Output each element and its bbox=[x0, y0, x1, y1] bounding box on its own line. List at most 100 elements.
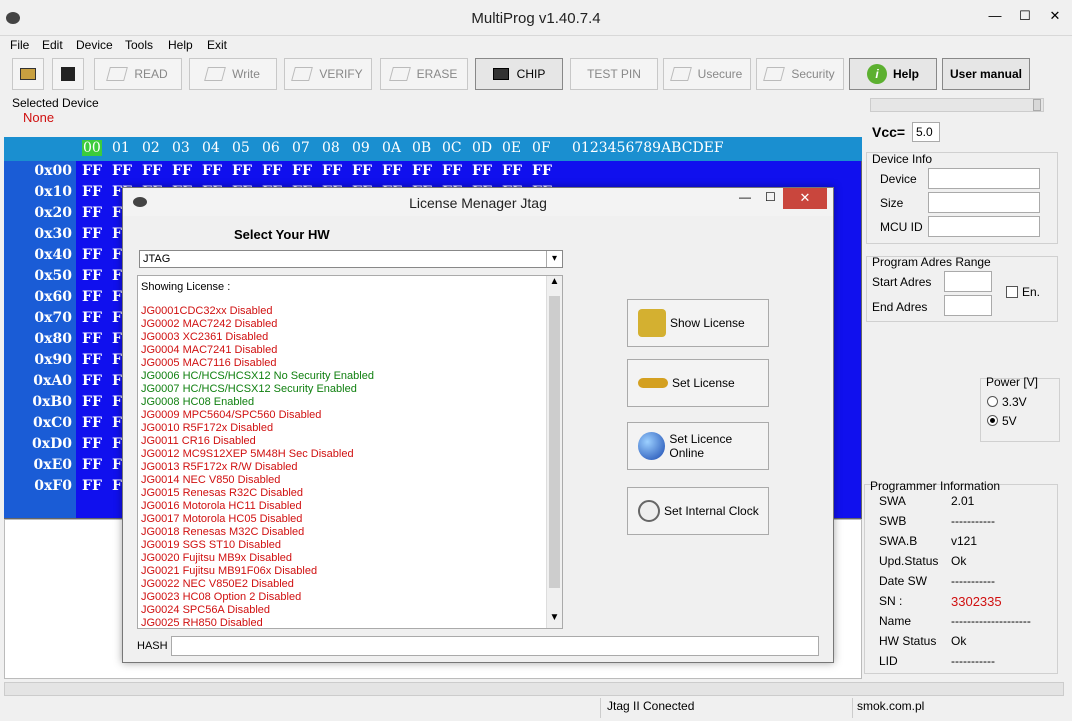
scroll-up-icon[interactable]: ▲ bbox=[547, 276, 562, 292]
hex-cell[interactable]: FF bbox=[112, 163, 132, 179]
hw-select[interactable]: JTAG ▾ bbox=[139, 250, 563, 268]
hex-cell[interactable]: FF bbox=[82, 310, 102, 326]
menu-file[interactable]: File bbox=[10, 38, 29, 52]
license-scrollbar[interactable]: ▲ ▼ bbox=[546, 276, 562, 628]
hex-cell[interactable]: FF bbox=[82, 226, 102, 242]
mcu-id-field[interactable] bbox=[928, 216, 1040, 237]
programmer-info-value: ----------- bbox=[951, 654, 995, 668]
chip-button[interactable]: CHIP bbox=[475, 58, 563, 90]
dialog-minimize-button[interactable]: — bbox=[739, 190, 751, 204]
hex-cell[interactable]: FF bbox=[82, 163, 102, 179]
hex-cell[interactable]: FF bbox=[82, 268, 102, 284]
hex-cell[interactable]: FF bbox=[442, 163, 462, 179]
hex-cell[interactable]: FF bbox=[532, 163, 552, 179]
power-5v-radio[interactable] bbox=[987, 415, 998, 426]
scroll-down-icon[interactable]: ▼ bbox=[547, 612, 562, 628]
selected-device-label: Selected Device bbox=[12, 96, 99, 110]
programmer-info-key: LID bbox=[879, 654, 898, 668]
hex-cell[interactable]: FF bbox=[82, 205, 102, 221]
hex-cell[interactable]: FF bbox=[82, 352, 102, 368]
row-address: 0xA0 bbox=[33, 373, 72, 389]
hex-cell[interactable]: FF bbox=[292, 163, 312, 179]
device-field[interactable] bbox=[928, 168, 1040, 189]
set-licence-online-button[interactable]: Set Licence Online bbox=[627, 422, 769, 470]
hex-cell[interactable]: FF bbox=[82, 247, 102, 263]
enable-checkbox[interactable] bbox=[1006, 286, 1018, 298]
row-address: 0x10 bbox=[34, 184, 72, 200]
hex-cell[interactable]: FF bbox=[82, 478, 102, 494]
hex-column-header: 08 bbox=[322, 140, 340, 156]
row-address: 0xB0 bbox=[32, 394, 72, 410]
hex-cell[interactable]: FF bbox=[322, 163, 342, 179]
hex-cell[interactable]: FF bbox=[502, 163, 522, 179]
programmer-info-value: 3302335 bbox=[951, 594, 1002, 609]
close-button[interactable]: ✕ bbox=[1040, 6, 1070, 26]
start-address-field[interactable] bbox=[944, 271, 992, 292]
hex-cell[interactable]: FF bbox=[82, 373, 102, 389]
minimize-button[interactable]: — bbox=[980, 6, 1010, 26]
chevron-down-icon[interactable]: ▾ bbox=[546, 251, 562, 267]
security-button[interactable]: Security bbox=[756, 58, 844, 90]
window-title: MultiProg v1.40.7.4 bbox=[471, 10, 601, 27]
hex-cell[interactable]: FF bbox=[262, 163, 282, 179]
hex-column-header: 04 bbox=[202, 140, 220, 156]
showing-license-label: Showing License : bbox=[141, 281, 231, 293]
size-field[interactable] bbox=[928, 192, 1040, 213]
vcc-slider[interactable] bbox=[870, 98, 1044, 112]
menu-edit[interactable]: Edit bbox=[42, 38, 63, 52]
ascii-header: 0123456789ABCDEF bbox=[572, 140, 724, 156]
help-button[interactable]: i Help bbox=[849, 58, 937, 90]
connection-status: Jtag II Conected bbox=[607, 699, 695, 713]
hex-cell[interactable]: FF bbox=[382, 163, 402, 179]
dialog-maximize-button[interactable]: ☐ bbox=[765, 190, 776, 204]
license-entry: JG0019 SGS ST10 Disabled bbox=[141, 539, 282, 551]
license-entry: JG0022 NEC V850E2 Disabled bbox=[141, 578, 294, 590]
show-license-button[interactable]: Show License bbox=[627, 299, 769, 347]
menu-device[interactable]: Device bbox=[76, 38, 113, 52]
hex-cell[interactable]: FF bbox=[142, 163, 162, 179]
scrollbar-thumb[interactable] bbox=[549, 296, 560, 588]
hex-cell[interactable]: FF bbox=[82, 394, 102, 410]
hex-cell[interactable]: FF bbox=[202, 163, 222, 179]
test-pin-button[interactable]: TEST PIN bbox=[570, 58, 658, 90]
license-list[interactable]: Showing License : JG0001CDC32xx Disabled… bbox=[137, 275, 563, 629]
hex-cell[interactable]: FF bbox=[82, 289, 102, 305]
programmer-info-key: Date SW bbox=[879, 574, 928, 588]
hex-cell[interactable]: FF bbox=[232, 163, 252, 179]
hash-input[interactable] bbox=[171, 636, 819, 656]
set-internal-clock-button[interactable]: Set Internal Clock bbox=[627, 487, 769, 535]
verify-button[interactable]: VERIFY bbox=[284, 58, 372, 90]
hex-cell[interactable]: FF bbox=[82, 436, 102, 452]
power-3v3-radio[interactable] bbox=[987, 396, 998, 407]
row-address: 0x80 bbox=[34, 331, 72, 347]
folder-open-icon bbox=[20, 68, 36, 80]
hex-cell[interactable]: FF bbox=[82, 415, 102, 431]
selected-device-value: None bbox=[23, 110, 55, 125]
menu-tools[interactable]: Tools bbox=[125, 38, 153, 52]
hex-cell[interactable]: FF bbox=[352, 163, 372, 179]
save-button[interactable] bbox=[52, 58, 84, 90]
maximize-button[interactable]: ☐ bbox=[1010, 6, 1040, 26]
usecure-button[interactable]: Usecure bbox=[663, 58, 751, 90]
hex-cell[interactable]: FF bbox=[472, 163, 492, 179]
vcc-slider-thumb[interactable] bbox=[1033, 99, 1041, 111]
menu-exit[interactable]: Exit bbox=[207, 38, 227, 52]
dialog-close-button[interactable]: ✕ bbox=[783, 188, 827, 209]
read-button[interactable]: READ bbox=[94, 58, 182, 90]
chip-read-icon bbox=[106, 67, 129, 81]
erase-button[interactable]: ERASE bbox=[380, 58, 468, 90]
hex-cell[interactable]: FF bbox=[172, 163, 192, 179]
user-manual-button[interactable]: User manual bbox=[942, 58, 1030, 90]
programmer-info-key: SN : bbox=[879, 594, 903, 608]
hex-cell[interactable]: FF bbox=[82, 184, 102, 200]
hex-cell[interactable]: FF bbox=[82, 331, 102, 347]
hex-cell[interactable]: FF bbox=[412, 163, 432, 179]
menu-help[interactable]: Help bbox=[168, 38, 193, 52]
set-license-button[interactable]: Set License bbox=[627, 359, 769, 407]
programmer-info-value: 2.01 bbox=[951, 494, 975, 508]
end-address-field[interactable] bbox=[944, 295, 992, 316]
hex-cell[interactable]: FF bbox=[82, 457, 102, 473]
write-button[interactable]: Write bbox=[189, 58, 277, 90]
open-button[interactable] bbox=[12, 58, 44, 90]
vcc-input[interactable]: 5.0 bbox=[912, 122, 940, 142]
